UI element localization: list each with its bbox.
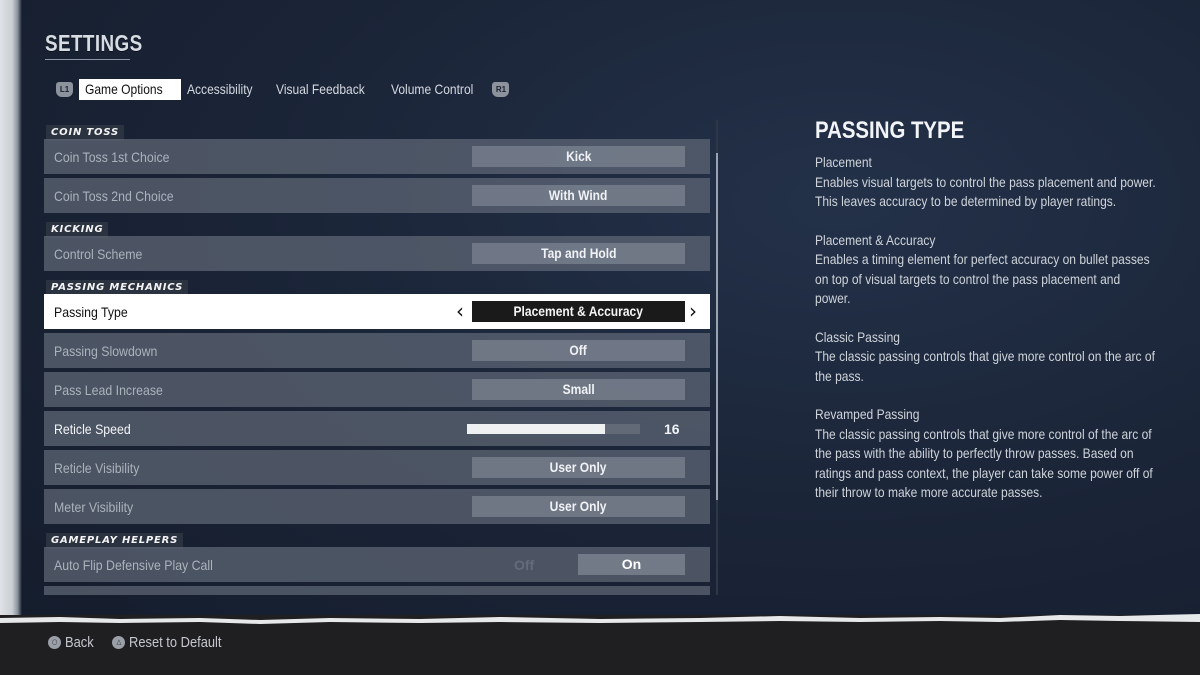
page-title: SETTINGS [45, 30, 143, 56]
triangle-button-icon: △ [112, 636, 126, 649]
reticle-speed-slider[interactable] [467, 423, 640, 434]
scrollbar-thumb[interactable] [716, 153, 718, 500]
setting-value[interactable]: User Only [472, 457, 685, 478]
setting-row-coin-toss-1st[interactable]: Coin Toss 1st Choice Kick [44, 139, 710, 174]
reset-to-default-button[interactable]: △ Reset to Default [112, 634, 237, 651]
setting-label: Reticle Visibility [54, 459, 140, 476]
setting-value[interactable]: Placement & Accuracy [472, 301, 685, 322]
setting-row-coin-toss-2nd[interactable]: Coin Toss 2nd Choice With Wind [44, 178, 710, 213]
setting-value[interactable]: User Only [472, 496, 685, 517]
help-text: The classic passing controls that give m… [815, 348, 1155, 384]
setting-row-reticle-visibility[interactable]: Reticle Visibility User Only [44, 450, 710, 485]
tab-accessibility[interactable]: Accessibility [181, 79, 269, 100]
help-block-placement: Placement Enables visual targets to cont… [815, 153, 1165, 212]
help-title: PASSING TYPE [815, 117, 965, 144]
help-text: The classic passing controls that give m… [815, 425, 1153, 501]
settings-list: COIN TOSS Coin Toss 1st Choice Kick Coin… [44, 120, 710, 595]
r1-bumper-icon[interactable]: R1 [492, 82, 510, 97]
torn-paper-divider [0, 614, 1200, 624]
setting-label: Meter Visibility [54, 498, 134, 515]
setting-value[interactable]: Off [472, 340, 685, 361]
setting-row-partial[interactable] [44, 586, 710, 595]
setting-label: Auto Flip Defensive Play Call [54, 556, 213, 573]
help-panel: PASSING TYPE Placement Enables visual ta… [815, 117, 1165, 522]
help-block-classic-passing: Classic Passing The classic passing cont… [815, 328, 1165, 387]
circle-button-icon: ○ [48, 636, 61, 649]
setting-value[interactable]: With Wind [472, 185, 685, 206]
setting-row-auto-flip-defensive-play-call[interactable]: Auto Flip Defensive Play Call Off On [44, 547, 710, 582]
setting-row-pass-lead-increase[interactable]: Pass Lead Increase Small [44, 372, 710, 407]
help-heading: Placement & Accuracy [815, 231, 936, 248]
l1-bumper-icon[interactable]: L1 [56, 82, 73, 97]
setting-label: Coin Toss 1st Choice [54, 148, 170, 165]
footer-actions: ○ Back △ Reset to Default [48, 634, 237, 651]
setting-value[interactable]: Small [472, 379, 685, 400]
setting-value[interactable]: Kick [472, 146, 685, 167]
help-block-placement-accuracy: Placement & Accuracy Enables a timing el… [815, 231, 1165, 309]
setting-value[interactable]: Tap and Hold [472, 243, 685, 264]
scrollbar[interactable] [716, 120, 718, 595]
setting-label: Pass Lead Increase [54, 381, 163, 398]
help-heading: Revamped Passing [815, 406, 920, 422]
setting-row-meter-visibility[interactable]: Meter Visibility User Only [44, 489, 710, 524]
tab-bar: L1 Game Options Accessibility Visual Fee… [56, 79, 510, 100]
setting-label: Control Scheme [54, 245, 143, 262]
title-underline [45, 59, 130, 60]
reset-label: Reset to Default [129, 634, 222, 651]
tab-visual-feedback[interactable]: Visual Feedback [270, 79, 385, 100]
help-block-revamped-passing: Revamped Passing The classic passing con… [815, 405, 1165, 503]
setting-row-passing-type[interactable]: Passing Type ‹ Placement & Accuracy › [44, 294, 710, 329]
back-label: Back [65, 634, 94, 651]
tab-game-options[interactable]: Game Options [79, 79, 182, 100]
help-text: Enables a timing element for perfect acc… [815, 251, 1150, 306]
help-heading: Placement [815, 154, 872, 170]
setting-label: Coin Toss 2nd Choice [54, 187, 174, 204]
setting-label: Passing Type [54, 303, 128, 320]
slider-value: 16 [664, 420, 680, 437]
setting-label: Reticle Speed [54, 420, 131, 437]
help-heading: Classic Passing [815, 328, 900, 345]
slider-fill [467, 423, 606, 434]
setting-label: Passing Slowdown [54, 342, 158, 359]
setting-row-reticle-speed[interactable]: Reticle Speed 16 [44, 411, 710, 446]
toggle-off-option[interactable]: Off [514, 557, 534, 573]
setting-row-passing-slowdown[interactable]: Passing Slowdown Off [44, 333, 710, 368]
help-text: Enables visual targets to control the pa… [815, 173, 1156, 210]
tab-volume-control[interactable]: Volume Control [385, 79, 493, 100]
chevron-right-icon[interactable]: › [689, 299, 697, 323]
torn-paper-edge [0, 0, 22, 620]
setting-row-control-scheme[interactable]: Control Scheme Tap and Hold [44, 236, 710, 271]
chevron-left-icon[interactable]: ‹ [456, 299, 464, 323]
back-button[interactable]: ○ Back [48, 634, 98, 651]
toggle-on-option[interactable]: On [578, 554, 685, 575]
